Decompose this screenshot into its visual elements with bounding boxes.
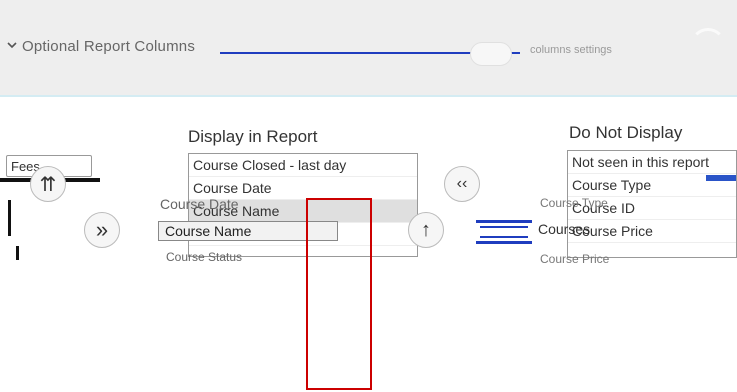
double-up-icon: ⇈ [39, 173, 57, 196]
section-title: Optional Report Columns [22, 37, 196, 55]
blue-marker [706, 175, 736, 181]
ghost-label: Course Type [540, 196, 608, 210]
courses-label: Courses [538, 221, 591, 237]
double-chevron-right-icon: » [95, 217, 109, 242]
move-up-button[interactable]: ↑ [408, 212, 444, 248]
courses-lines-icon [480, 226, 528, 238]
do-not-display-label: Do Not Display [569, 123, 683, 142]
move-left-button[interactable]: ‹‹ [444, 166, 480, 202]
ghost-label: Course Price [540, 252, 610, 266]
list-item[interactable]: Not seen in this report [568, 151, 736, 174]
arrow-up-icon: ↑ [421, 218, 431, 241]
section-header[interactable]: Optional Report Columns [6, 34, 195, 58]
header-ghost-text: columns settings [530, 44, 612, 56]
list-item[interactable]: Course Closed - last day [189, 154, 417, 177]
move-all-right-button[interactable]: » [84, 212, 120, 248]
ghost-label: Course Date [160, 196, 239, 212]
left-bar [16, 246, 19, 260]
list-item[interactable]: Course Price [568, 220, 736, 243]
red-highlight-box [306, 198, 372, 390]
header-toggle[interactable] [470, 42, 512, 66]
move-top-button[interactable]: ⇈ [30, 166, 66, 202]
ghost-label: Course Status [166, 250, 243, 264]
double-chevron-left-icon: ‹‹ [456, 175, 468, 192]
left-bar [8, 200, 11, 236]
corner-arc-icon [690, 28, 726, 64]
display-in-report-label: Display in Report [188, 127, 318, 146]
section-header-bar: Optional Report Columns columns settings [0, 0, 737, 97]
chevron-down-icon[interactable] [6, 38, 18, 55]
